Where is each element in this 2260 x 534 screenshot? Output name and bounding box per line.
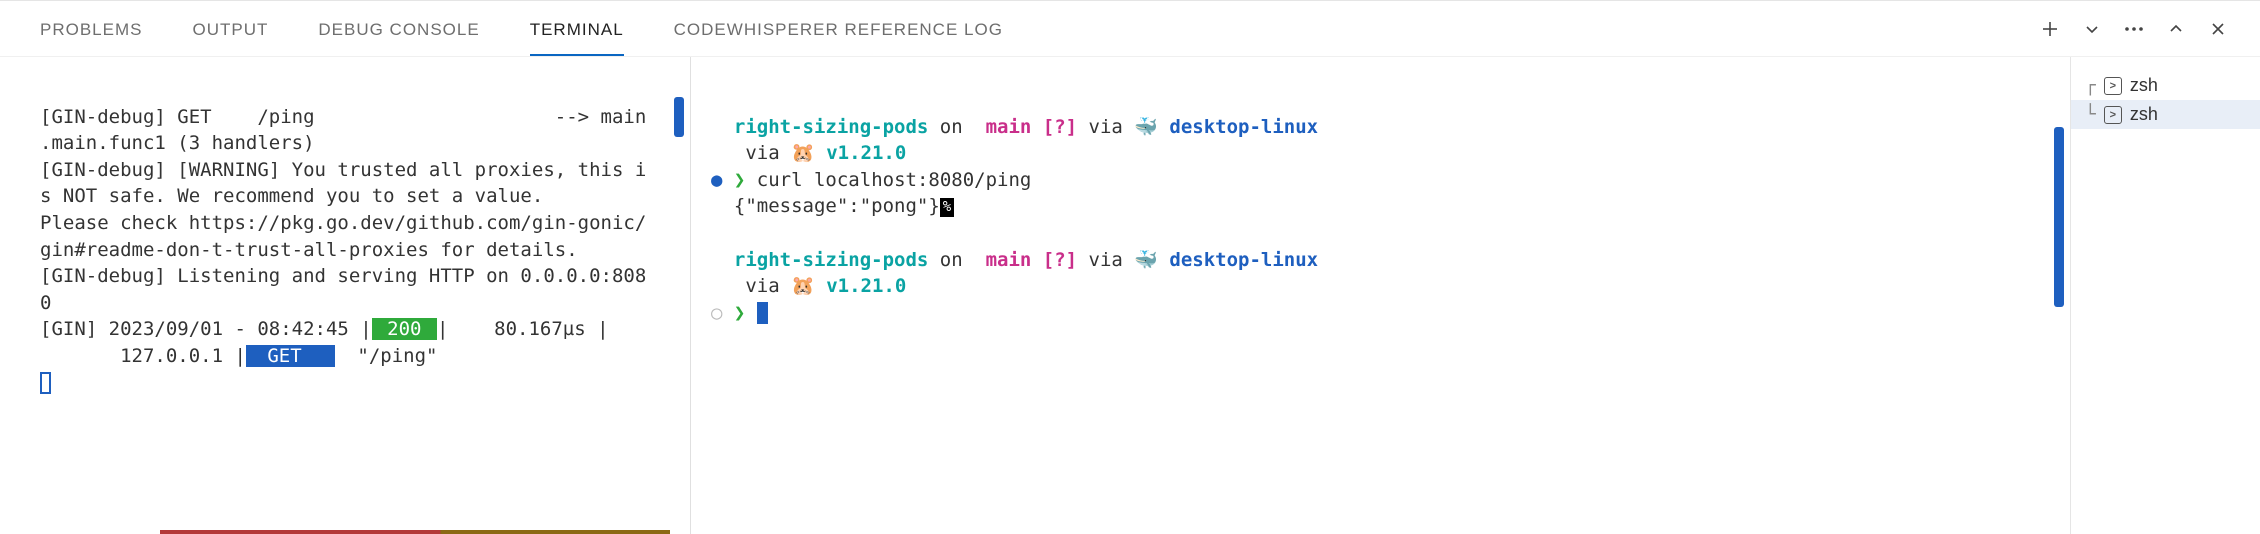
terminal-pane-right[interactable]: right-sizing-pods on main [?] via 🐳 desk…: [691, 57, 2070, 534]
command-line: ○ ❯: [711, 302, 768, 324]
chevron-up-icon: [2168, 21, 2184, 37]
log-line: [GIN-debug] Listening and serving HTTP o…: [40, 265, 646, 287]
tree-branch-icon: └: [2085, 104, 2096, 125]
panel-tabs: PROBLEMS OUTPUT DEBUG CONSOLE TERMINAL C…: [40, 2, 1003, 56]
maximize-panel-button[interactable]: [2164, 17, 2188, 41]
terminal-list-item[interactable]: ┌ > zsh: [2071, 71, 2260, 100]
prompt-line: right-sizing-pods on main [?] via 🐳 desk…: [711, 249, 1318, 271]
terminal-body: [GIN-debug] GET /ping --> main .main.fun…: [0, 57, 2260, 534]
tab-terminal[interactable]: TERMINAL: [530, 2, 624, 56]
prompt-line: via 🐹 v1.21.0: [711, 142, 906, 164]
ellipsis-icon: [2124, 26, 2144, 32]
panel-actions: [2038, 17, 2230, 41]
terminal-list-item[interactable]: └ > zsh: [2071, 100, 2260, 129]
terminal-cursor: [757, 302, 768, 324]
terminal-pane-left[interactable]: [GIN-debug] GET /ping --> main .main.fun…: [0, 57, 690, 534]
terminal-cursor: [40, 372, 51, 394]
terminal-output-left: [GIN-debug] GET /ping --> main .main.fun…: [40, 77, 670, 396]
plus-icon: [2041, 20, 2059, 38]
panel-tab-bar: PROBLEMS OUTPUT DEBUG CONSOLE TERMINAL C…: [0, 1, 2260, 57]
whale-icon: 🐳: [1134, 116, 1169, 138]
http-method-badge: GET: [246, 345, 335, 367]
terminal-profile-dropdown[interactable]: [2080, 17, 2104, 41]
log-line: Please check https://pkg.go.dev/github.c…: [40, 212, 646, 234]
log-line: 0: [40, 292, 51, 314]
command-line: ● ❯ curl localhost:8080/ping: [711, 169, 1031, 191]
panel-container: PROBLEMS OUTPUT DEBUG CONSOLE TERMINAL C…: [0, 0, 2260, 534]
new-terminal-button[interactable]: [2038, 17, 2062, 41]
tree-branch-icon: ┌: [2085, 75, 2096, 96]
response-line: {"message":"pong"}%: [711, 195, 954, 217]
log-line: [GIN-debug] GET /ping --> main: [40, 106, 646, 128]
blank-line: [711, 222, 722, 244]
log-line: [GIN-debug] [WARNING] You trusted all pr…: [40, 159, 646, 181]
more-actions-button[interactable]: [2122, 17, 2146, 41]
diff-indicator-strip: [160, 530, 670, 534]
tab-debug-console[interactable]: DEBUG CONSOLE: [318, 2, 479, 56]
terminal-name: zsh: [2130, 104, 2158, 125]
close-panel-button[interactable]: [2206, 17, 2230, 41]
http-status-badge: 200: [372, 318, 437, 340]
scrollbar-thumb[interactable]: [2054, 127, 2064, 307]
prompt-line: right-sizing-pods on main [?] via 🐳 desk…: [711, 116, 1318, 138]
terminal-output-right: right-sizing-pods on main [?] via 🐳 desk…: [711, 87, 2050, 326]
terminal-icon: >: [2104, 106, 2122, 124]
terminal-name: zsh: [2130, 75, 2158, 96]
prompt-line: via 🐹 v1.21.0: [711, 275, 906, 297]
log-line: s NOT safe. We recommend you to set a va…: [40, 185, 543, 207]
log-line: gin#readme-don-t-trust-all-proxies for d…: [40, 239, 578, 261]
tab-output[interactable]: OUTPUT: [192, 2, 268, 56]
hamster-icon: 🐹: [791, 275, 826, 297]
scrollbar-thumb[interactable]: [674, 97, 684, 137]
close-icon: [2210, 21, 2226, 37]
terminal-list-sidebar: ┌ > zsh └ > zsh: [2070, 57, 2260, 534]
gin-request-log: [GIN] 2023/09/01 - 08:42:45 | 200 | 80.1…: [40, 318, 609, 340]
chevron-down-icon: [2085, 22, 2099, 36]
gin-request-log: 127.0.0.1 | GET "/ping": [40, 345, 438, 367]
hamster-icon: 🐹: [791, 142, 826, 164]
terminal-icon: >: [2104, 77, 2122, 95]
percent-indicator: %: [940, 198, 954, 218]
tab-codewhisperer-reference-log[interactable]: CODEWHISPERER REFERENCE LOG: [674, 2, 1003, 56]
log-line: .main.func1 (3 handlers): [40, 132, 315, 154]
tab-problems[interactable]: PROBLEMS: [40, 2, 142, 56]
whale-icon: 🐳: [1134, 249, 1169, 271]
